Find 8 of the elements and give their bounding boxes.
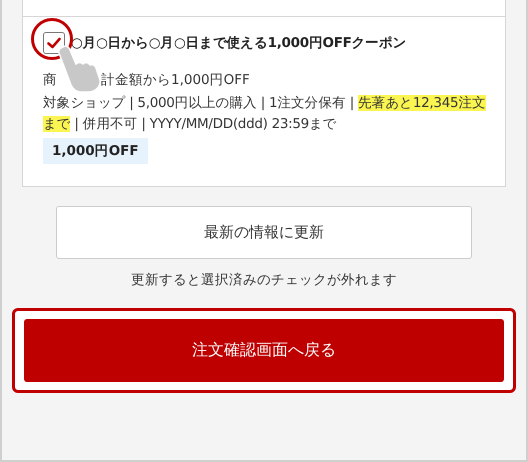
discount-text: 商 <box>43 71 57 89</box>
checkbox[interactable] <box>43 32 65 54</box>
refresh-button[interactable]: 最新の情報に更新 <box>56 206 472 259</box>
back-button[interactable]: 注文確認画面へ戻る <box>24 319 504 382</box>
checkmark-icon <box>46 35 62 51</box>
discount-text: 計金額から1,000円OFF <box>101 71 250 89</box>
refresh-note: 更新すると選択済みのチェックが外れます <box>131 271 397 289</box>
discount-badge: 1,000円OFF <box>43 138 148 164</box>
